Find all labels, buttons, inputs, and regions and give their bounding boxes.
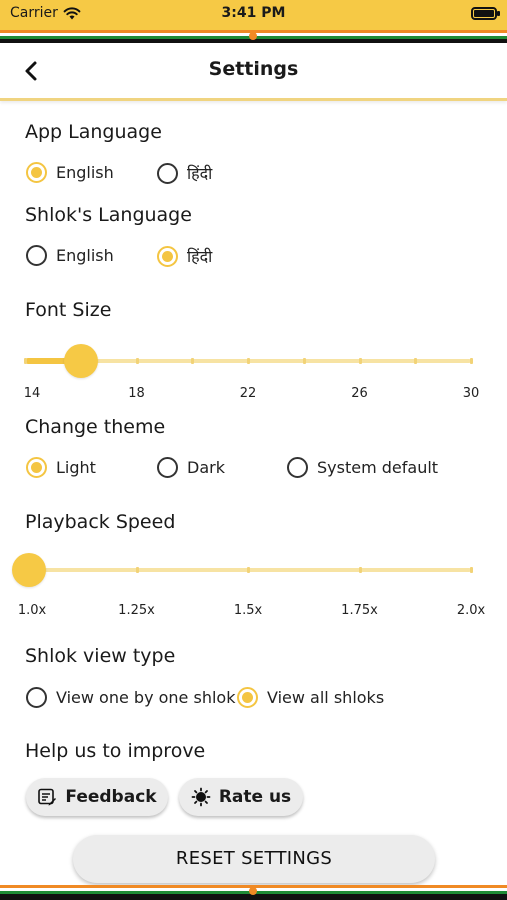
view-type-option-all[interactable]: View all shloks: [237, 687, 384, 708]
flag-emblem-icon: [249, 887, 257, 895]
app-language-title: App Language: [25, 121, 162, 143]
slider-thumb[interactable]: [63, 344, 98, 378]
slider-tick: [470, 567, 473, 573]
radio-selected-icon[interactable]: [157, 245, 178, 267]
theme-title: Change theme: [25, 416, 166, 438]
option-label: View one by one shlok: [56, 688, 236, 707]
slider-value-label: 22: [239, 386, 257, 401]
theme-option-light[interactable]: Light: [26, 457, 96, 478]
feedback-button[interactable]: Feedback: [26, 778, 168, 816]
slider-value-label: 2.0x: [456, 603, 486, 618]
slider-value-label: 14: [23, 386, 41, 401]
rate-us-button[interactable]: Rate us: [179, 778, 303, 816]
rate-star-icon: [191, 787, 211, 807]
radio-unselected-icon[interactable]: [157, 457, 178, 478]
slider-value-label: 26: [351, 386, 368, 401]
slider-tick: [191, 358, 195, 364]
view-type-title: Shlok view type: [25, 645, 176, 667]
slider-value-label: 18: [128, 386, 145, 401]
bottom-flag-stripe: [0, 885, 507, 900]
option-label: View all shloks: [267, 688, 385, 707]
status-bar: Carrier 3:41 PM: [0, 0, 507, 30]
option-label: हिंदी: [187, 247, 213, 266]
slider-tick: [358, 567, 362, 573]
nav-bar: Settings: [0, 43, 507, 101]
slider-value-label: 1.0x: [17, 603, 47, 618]
battery-icon: [471, 7, 500, 20]
playback-speed-slider[interactable]: [12, 550, 473, 590]
radio-unselected-icon[interactable]: [157, 162, 178, 184]
slider-value-label: 1.25x: [118, 603, 155, 618]
radio-unselected-icon[interactable]: [26, 245, 47, 266]
option-label: Dark: [187, 458, 225, 477]
option-label: System default: [317, 458, 439, 477]
slider-tick: [135, 358, 139, 364]
radio-selected-icon[interactable]: [26, 457, 47, 478]
feedback-icon: [38, 788, 57, 806]
slider-tick: [135, 567, 139, 573]
feedback-label: Feedback: [65, 787, 157, 807]
radio-unselected-icon[interactable]: [287, 457, 308, 478]
help-title: Help us to improve: [25, 740, 206, 762]
playback-speed-title: Playback Speed: [25, 511, 176, 533]
option-label: English: [56, 163, 114, 182]
shlok-language-title: Shlok's Language: [25, 204, 192, 226]
slider-tick: [414, 358, 418, 364]
option-label: हिंदी: [187, 164, 213, 183]
theme-option-dark[interactable]: Dark: [157, 457, 225, 478]
theme-option-system-default[interactable]: System default: [287, 457, 438, 478]
slider-tick: [24, 358, 27, 364]
slider-tick: [358, 358, 362, 364]
radio-selected-icon[interactable]: [26, 162, 47, 183]
radio-unselected-icon[interactable]: [26, 687, 47, 708]
status-time: 3:41 PM: [221, 5, 286, 21]
shlok-language-option-english[interactable]: English: [26, 245, 114, 266]
shlok-language-option-hindi[interactable]: हिंदी: [157, 245, 212, 267]
slider-tick: [302, 358, 306, 364]
font-size-slider[interactable]: [24, 341, 473, 381]
rate-us-label: Rate us: [218, 787, 292, 807]
slider-tick: [247, 567, 250, 573]
flag-emblem-icon: [249, 32, 257, 40]
option-label: English: [56, 246, 114, 265]
slider-tick: [470, 358, 473, 364]
slider-value-label: 1.5x: [233, 603, 263, 618]
radio-selected-icon[interactable]: [237, 687, 258, 708]
slider-value-label: 1.75x: [341, 603, 378, 618]
reset-settings-button[interactable]: RESET SETTINGS: [73, 835, 435, 883]
slider-tick: [247, 358, 250, 364]
view-type-option-one-by-one[interactable]: View one by one shlok: [26, 687, 235, 708]
slider-value-label: 30: [462, 386, 480, 401]
page-title: Settings: [208, 58, 299, 80]
slider-thumb[interactable]: [12, 553, 46, 587]
app-language-option-english[interactable]: English: [26, 162, 114, 183]
top-flag-stripe: [0, 30, 507, 43]
font-size-title: Font Size: [25, 299, 112, 321]
app-language-option-hindi[interactable]: हिंदी: [157, 162, 212, 184]
option-label: Light: [56, 458, 96, 477]
